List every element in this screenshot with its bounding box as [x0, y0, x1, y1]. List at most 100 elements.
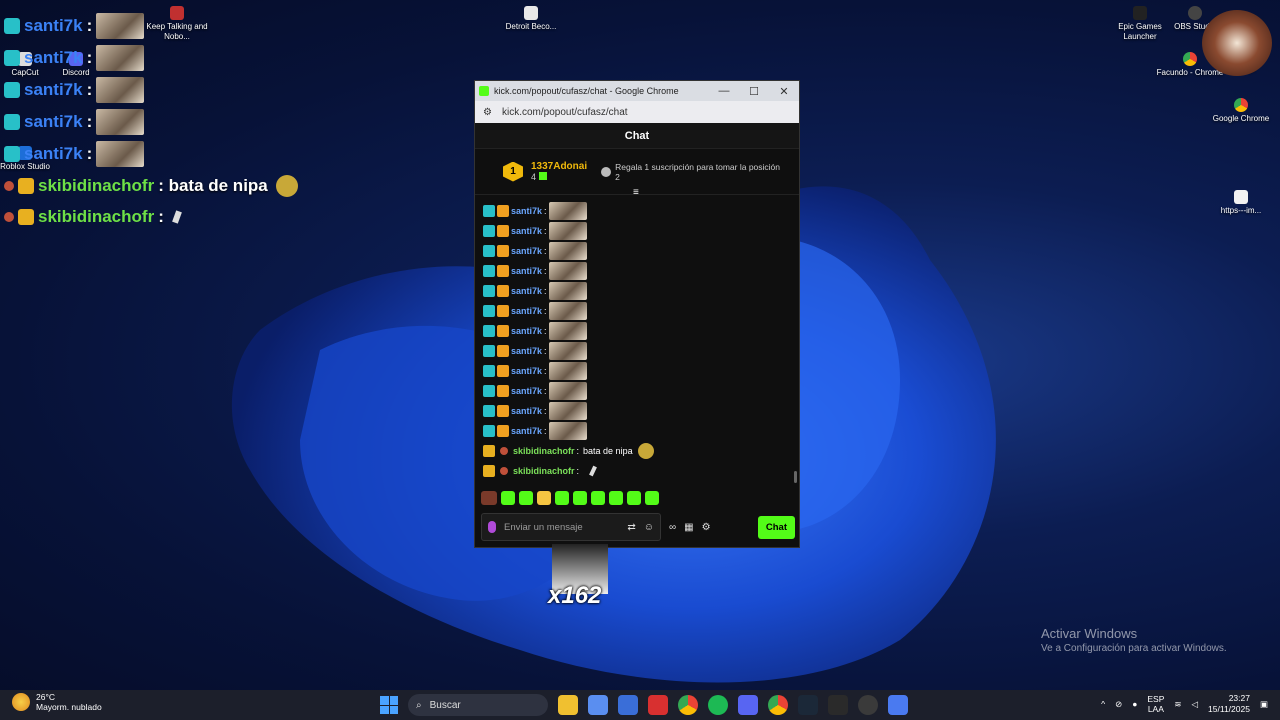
- window-title: kick.com/popout/cufasz/chat - Google Chr…: [494, 86, 679, 96]
- detroit-icon: [524, 6, 538, 20]
- url-text[interactable]: kick.com/popout/cufasz/chat: [502, 107, 628, 118]
- language-indicator[interactable]: ESP LAA: [1147, 694, 1164, 714]
- message-input[interactable]: Enviar un mensaje ⇄ ☺: [481, 513, 661, 541]
- subscriber-badge-icon: [483, 305, 495, 317]
- overlay-row: santi7k:: [4, 12, 145, 40]
- status-dot-icon: [4, 181, 14, 191]
- gift-badge-icon: [497, 225, 509, 237]
- webcam-overlay: [1202, 10, 1272, 76]
- translate-icon[interactable]: ⇄: [627, 522, 635, 533]
- subscriber-badge-icon: [483, 385, 495, 397]
- emoji-picker-icon[interactable]: ☺: [644, 522, 654, 533]
- epic-games-taskbar-icon[interactable]: [828, 695, 848, 715]
- wps-icon[interactable]: [648, 695, 668, 715]
- weather-widget[interactable]: 26°C Mayorm. nublado: [12, 692, 102, 712]
- chrome-active-icon[interactable]: [768, 695, 788, 715]
- app-taskbar-icon[interactable]: [888, 695, 908, 715]
- chat-message: santi7k:: [483, 261, 791, 281]
- desktop-icon-keep-talking[interactable]: Keep Talking and Nobo...: [142, 6, 212, 42]
- subscriber-badge-icon: [483, 345, 495, 357]
- chat-message: santi7k:: [483, 421, 791, 441]
- clock[interactable]: 23:27 15/11/2025: [1208, 693, 1250, 715]
- gift-badge-icon: [497, 325, 509, 337]
- minimize-button[interactable]: —: [709, 85, 739, 97]
- crown-badge-icon: [18, 209, 34, 225]
- window-titlebar[interactable]: kick.com/popout/cufasz/chat - Google Chr…: [475, 81, 799, 101]
- emote-thumb-icon[interactable]: [481, 491, 497, 505]
- kick-emote-icon[interactable]: [627, 491, 641, 505]
- chat-message: santi7k:: [483, 341, 791, 361]
- gift-badge-icon: [497, 265, 509, 277]
- kick-emote-icon[interactable]: [609, 491, 623, 505]
- points-infinity-icon[interactable]: ∞: [669, 522, 676, 533]
- network-off-icon[interactable]: ⊘: [1115, 699, 1122, 710]
- chrome-popup-window: kick.com/popout/cufasz/chat - Google Chr…: [474, 80, 800, 548]
- subscriber-badge-icon: [483, 365, 495, 377]
- spotify-icon[interactable]: [708, 695, 728, 715]
- chat-message-list[interactable]: santi7k: santi7k: santi7k: santi7k: sant…: [475, 197, 799, 487]
- kick-emote-icon[interactable]: [645, 491, 659, 505]
- chevron-up-icon[interactable]: ^: [1101, 699, 1105, 709]
- store-icon[interactable]: ▦: [684, 522, 693, 533]
- leader-name[interactable]: 1337Adonai: [531, 161, 587, 172]
- microphone-icon[interactable]: [488, 521, 496, 533]
- overlay-row: skibidinachofr:: [4, 203, 182, 231]
- chat-scrollbar[interactable]: [794, 471, 797, 483]
- leader-count: 4: [531, 172, 587, 182]
- notification-icon[interactable]: ▣: [1260, 699, 1268, 710]
- smile-emote-icon: [637, 443, 654, 459]
- status-dot-icon: [500, 447, 508, 455]
- address-bar[interactable]: ⚙ kick.com/popout/cufasz/chat: [475, 101, 799, 123]
- taskbar-search[interactable]: ⌕ Buscar: [408, 694, 548, 716]
- store-app-icon[interactable]: [618, 695, 638, 715]
- steam-icon[interactable]: [798, 695, 818, 715]
- desktop-icon-detroit[interactable]: Detroit Beco...: [496, 6, 566, 32]
- emote-image: [548, 302, 587, 320]
- gift-icon: [601, 166, 612, 177]
- subscriber-badge-icon: [4, 146, 20, 162]
- kick-emote-icon[interactable]: [519, 491, 533, 505]
- taskbar-apps: ⌕ Buscar: [380, 694, 908, 716]
- subscriber-badge-icon: [483, 225, 495, 237]
- settings-gear-icon[interactable]: ⚙: [702, 522, 711, 533]
- volume-icon[interactable]: ◁: [1192, 699, 1199, 710]
- emote-image: [96, 109, 145, 135]
- kick-emote-icon[interactable]: [555, 491, 569, 505]
- start-button[interactable]: [380, 696, 398, 714]
- status-dot-icon: [4, 212, 14, 222]
- chrome-taskbar-icon[interactable]: [678, 695, 698, 715]
- gift-sub-prompt[interactable]: Regala 1 suscripción para tomar la posic…: [601, 162, 787, 182]
- kick-emote-icon[interactable]: [591, 491, 605, 505]
- kick-emote-icon[interactable]: [501, 491, 515, 505]
- site-settings-icon[interactable]: ⚙: [483, 107, 492, 118]
- maximize-button[interactable]: ☐: [739, 85, 769, 98]
- file-explorer-icon[interactable]: [558, 695, 578, 715]
- wifi-icon[interactable]: ≋: [1174, 699, 1181, 710]
- obs-taskbar-icon[interactable]: [858, 695, 878, 715]
- chat-message: santi7k:: [483, 241, 791, 261]
- emote-image: [548, 362, 587, 380]
- chat-message: santi7k:: [483, 221, 791, 241]
- subscriber-badge-icon: [4, 82, 20, 98]
- send-chat-button[interactable]: Chat: [757, 515, 795, 539]
- overlay-row: santi7k:: [4, 76, 145, 104]
- microphone-tray-icon[interactable]: ●: [1132, 699, 1137, 709]
- weather-icon: [12, 693, 30, 711]
- rank-badge: 1: [503, 161, 523, 182]
- chat-message: santi7k:: [483, 381, 791, 401]
- desktop-icon-google-chrome[interactable]: Google Chrome: [1206, 98, 1276, 124]
- discord-taskbar-icon[interactable]: [738, 695, 758, 715]
- chat-message: santi7k:: [483, 321, 791, 341]
- face-emote-icon[interactable]: [537, 491, 551, 505]
- close-button[interactable]: ✕: [769, 85, 799, 98]
- emote-image: [548, 382, 587, 400]
- gift-badge-icon: [497, 345, 509, 357]
- emote-image: [548, 402, 587, 420]
- subscriber-badge-icon: [4, 18, 20, 34]
- copilot-icon[interactable]: [588, 695, 608, 715]
- desktop-icon-https-file[interactable]: https---im...: [1206, 190, 1276, 216]
- activate-windows-watermark: Activar Windows Ve a Configuración para …: [1041, 626, 1227, 654]
- kick-emote-icon[interactable]: [573, 491, 587, 505]
- overlay-row: santi7k:: [4, 140, 145, 168]
- gift-badge-icon: [497, 365, 509, 377]
